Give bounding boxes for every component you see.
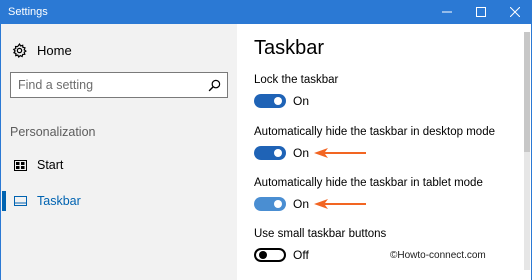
close-button[interactable] — [498, 0, 532, 24]
sidebar-item-label: Start — [37, 158, 64, 172]
setting-label: Automatically hide the taskbar in deskto… — [254, 126, 495, 138]
toggle-state-label: Off — [293, 248, 309, 262]
scrollbar[interactable] — [524, 32, 530, 270]
section-label-personalization: Personalization — [10, 125, 96, 139]
window-body: Home Personalization Start — [0, 24, 532, 280]
toggle-state-label: On — [293, 94, 310, 108]
toggle-state-label: On — [293, 146, 310, 160]
setting-label: Automatically hide the taskbar in tablet… — [254, 177, 483, 189]
setting-label: Use small taskbar buttons — [254, 228, 387, 240]
minimize-button[interactable] — [430, 0, 464, 24]
scrollbar-thumb[interactable] — [524, 32, 530, 152]
selection-indicator — [2, 191, 6, 211]
main-content: Taskbar Lock the taskbar On Automaticall… — [237, 24, 531, 280]
search-input[interactable] — [18, 78, 198, 92]
window-title: Settings — [8, 6, 48, 18]
setting-label: Lock the taskbar — [254, 74, 339, 86]
setting-small-buttons: Use small taskbar buttons Off — [254, 228, 524, 262]
toggle-row: On — [254, 196, 309, 212]
lock-taskbar-toggle[interactable] — [254, 94, 286, 108]
title-bar: Settings — [0, 0, 532, 24]
annotation-arrow-icon — [314, 148, 366, 158]
sidebar-item-taskbar[interactable]: Taskbar — [1, 187, 237, 215]
annotation-arrow-icon — [314, 199, 366, 209]
sidebar-item-label: Taskbar — [37, 194, 81, 208]
maximize-button[interactable] — [464, 0, 498, 24]
toggle-row: Off — [254, 247, 309, 263]
toggle-state-label: On — [293, 197, 310, 211]
home-nav-item[interactable]: Home — [12, 40, 72, 60]
start-menu-icon — [13, 158, 27, 172]
toggle-knob — [274, 200, 282, 208]
close-icon — [510, 7, 520, 17]
taskbar-icon — [13, 194, 27, 208]
toggle-row: On — [254, 145, 309, 161]
toggle-row: On — [254, 93, 309, 109]
gear-icon — [12, 42, 27, 58]
maximize-icon — [476, 7, 486, 17]
autohide-desktop-toggle[interactable] — [254, 146, 286, 160]
toggle-knob — [274, 97, 282, 105]
small-buttons-toggle[interactable] — [254, 248, 286, 262]
setting-lock-taskbar: Lock the taskbar On — [254, 74, 524, 108]
home-label: Home — [37, 42, 72, 58]
setting-autohide-tablet: Automatically hide the taskbar in tablet… — [254, 177, 524, 211]
watermark: ©Howto-connect.com — [390, 250, 486, 261]
sidebar-item-start[interactable]: Start — [1, 151, 237, 179]
toggle-knob — [259, 251, 267, 259]
page-title: Taskbar — [254, 37, 325, 59]
sidebar: Home Personalization Start — [1, 24, 237, 280]
search-box[interactable] — [10, 72, 228, 98]
autohide-tablet-toggle[interactable] — [254, 197, 286, 211]
search-icon[interactable] — [208, 79, 221, 92]
minimize-icon — [442, 11, 452, 13]
toggle-knob — [274, 149, 282, 157]
setting-autohide-desktop: Automatically hide the taskbar in deskto… — [254, 126, 524, 160]
